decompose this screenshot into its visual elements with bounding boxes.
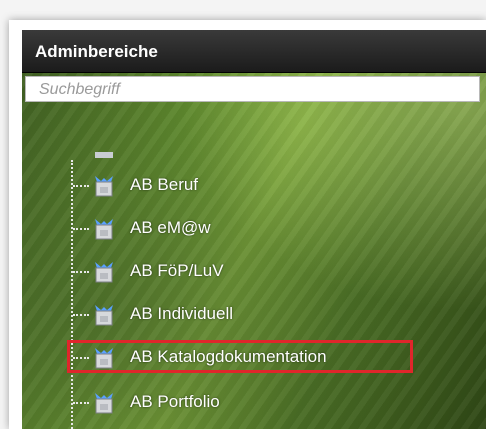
highlight-box	[67, 340, 413, 373]
tree-branch	[73, 402, 89, 404]
tree-item-ab-individuell[interactable]: AB Individuell	[71, 300, 451, 328]
tree-branch	[73, 271, 89, 273]
admin-tree: AB Beruf AB eM@w AB FöP/LuV AB Individue…	[0, 0, 486, 429]
tree-item-label: AB eM@w	[130, 218, 211, 237]
tree-item-label: AB FöP/LuV	[130, 261, 224, 280]
tree-item-ab-beruf[interactable]: AB Beruf	[71, 171, 451, 199]
folder-icon	[95, 219, 113, 240]
tree-branch	[73, 228, 89, 230]
folder-icon	[95, 393, 113, 414]
tree-item-ab-emaw[interactable]: AB eM@w	[71, 214, 451, 242]
tree-branch	[73, 314, 89, 316]
tree-item-partial[interactable]	[71, 146, 451, 174]
tree-item-label: AB Individuell	[130, 304, 234, 323]
folder-icon	[95, 305, 113, 326]
tree-item-ab-foep-luv[interactable]: AB FöP/LuV	[71, 257, 451, 285]
tree-branch	[73, 185, 89, 187]
tree-item-label: AB Portfolio	[130, 392, 220, 411]
tree-item-label: AB Beruf	[130, 175, 199, 194]
folder-icon	[95, 262, 113, 283]
tree-item-ab-portfolio[interactable]: AB Portfolio	[71, 388, 451, 416]
folder-icon	[95, 176, 113, 197]
folder-icon	[95, 152, 113, 158]
